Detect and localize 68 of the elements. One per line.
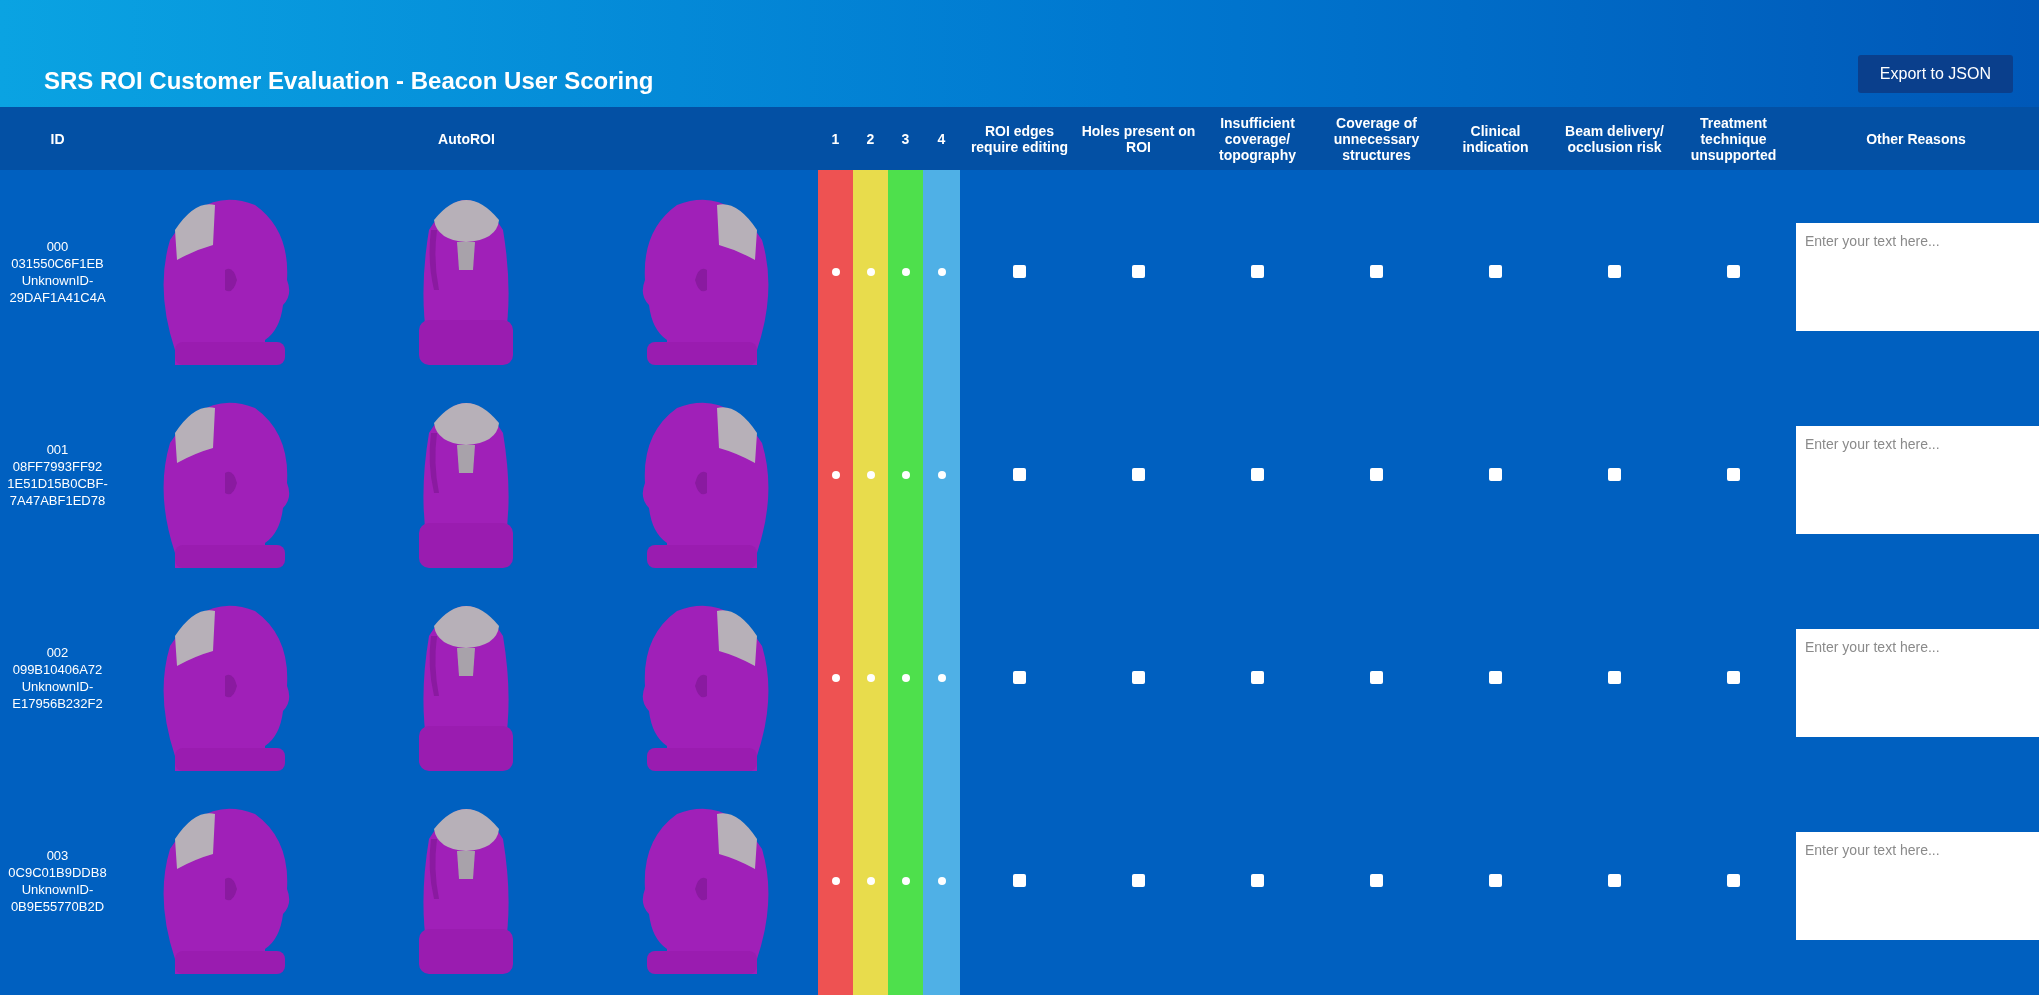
reason-checkbox[interactable] xyxy=(1013,671,1026,684)
reason-checkbox[interactable] xyxy=(1013,468,1026,481)
reason-checkbox[interactable] xyxy=(1727,265,1740,278)
reason-checkbox[interactable] xyxy=(1251,265,1264,278)
score-radio[interactable] xyxy=(901,267,910,276)
reason-checkbox[interactable] xyxy=(1013,874,1026,887)
reason-checkbox[interactable] xyxy=(1132,671,1145,684)
reason-checkbox[interactable] xyxy=(1727,671,1740,684)
column-header: Clinical indication xyxy=(1461,122,1530,155)
record-id: 001 08FF7993FF92 1E51D15B0CBF- 7A47ABF1ED78 xyxy=(6,440,109,509)
column-header: Other Reasons xyxy=(1865,130,1967,147)
score-radio[interactable] xyxy=(937,876,946,885)
score-radio[interactable] xyxy=(937,470,946,479)
reason-checkbox[interactable] xyxy=(1727,468,1740,481)
column-header: ID xyxy=(49,130,66,147)
score-radio[interactable] xyxy=(866,876,875,885)
score-radio[interactable] xyxy=(831,470,840,479)
reason-checkbox[interactable] xyxy=(1132,874,1145,887)
score-radio[interactable] xyxy=(866,673,875,682)
other-reasons-field[interactable]: Enter your text here... xyxy=(1796,426,2039,534)
score-radio[interactable] xyxy=(937,673,946,682)
score-radio[interactable] xyxy=(831,673,840,682)
score-radio[interactable] xyxy=(831,267,840,276)
reason-checkbox[interactable] xyxy=(1251,468,1264,481)
record-id: 002 099B10406A72 UnknownID- E17956B232F2 xyxy=(11,643,104,712)
reason-checkbox[interactable] xyxy=(1489,468,1502,481)
column-header: 2 xyxy=(865,130,876,147)
reason-checkbox[interactable] xyxy=(1370,671,1383,684)
column-header: 1 xyxy=(830,130,841,147)
reason-checkbox[interactable] xyxy=(1251,671,1264,684)
reason-checkbox[interactable] xyxy=(1370,468,1383,481)
column-header: Coverage of unnecessary structures xyxy=(1332,114,1421,163)
column-header: ROI edges require editing xyxy=(969,122,1070,155)
reason-checkbox[interactable] xyxy=(1489,874,1502,887)
score-radio[interactable] xyxy=(901,876,910,885)
reason-checkbox[interactable] xyxy=(1132,265,1145,278)
record-id: 000 031550C6F1EB UnknownID- 29DAF1A41C4A xyxy=(8,237,107,306)
score-radio[interactable] xyxy=(831,876,840,885)
reason-checkbox[interactable] xyxy=(1013,265,1026,278)
reason-checkbox[interactable] xyxy=(1608,265,1621,278)
reason-checkbox[interactable] xyxy=(1489,265,1502,278)
reason-checkbox[interactable] xyxy=(1608,671,1621,684)
export-button[interactable]: Export to JSON xyxy=(1857,55,2013,93)
reason-checkbox[interactable] xyxy=(1251,874,1264,887)
score-radio[interactable] xyxy=(901,470,910,479)
score-radio[interactable] xyxy=(937,267,946,276)
record-id: 003 0C9C01B9DDB8 UnknownID- 0B9E55770B2D xyxy=(7,846,108,915)
reason-checkbox[interactable] xyxy=(1489,671,1502,684)
score-radio[interactable] xyxy=(866,470,875,479)
other-reasons-field[interactable]: Enter your text here... xyxy=(1796,629,2039,737)
reason-checkbox[interactable] xyxy=(1370,874,1383,887)
column-header: AutoROI xyxy=(437,130,496,147)
column-header: Treatment technique unsupported xyxy=(1689,114,1778,163)
other-reasons-field[interactable]: Enter your text here... xyxy=(1796,223,2039,331)
score-radio[interactable] xyxy=(866,267,875,276)
reason-checkbox[interactable] xyxy=(1727,874,1740,887)
other-reasons-field[interactable]: Enter your text here... xyxy=(1796,832,2039,940)
page-title: SRS ROI Customer Evaluation - Beacon User Scoring xyxy=(44,67,654,95)
column-header: Beam delivery/ occlusion risk xyxy=(1564,122,1665,155)
column-header: Insufficient coverage/ topography xyxy=(1218,114,1297,163)
reason-checkbox[interactable] xyxy=(1608,874,1621,887)
reason-checkbox[interactable] xyxy=(1370,265,1383,278)
reason-checkbox[interactable] xyxy=(1608,468,1621,481)
score-radio[interactable] xyxy=(901,673,910,682)
column-header: Holes present on ROI xyxy=(1080,122,1197,155)
column-header: 3 xyxy=(900,130,911,147)
reason-checkbox[interactable] xyxy=(1132,468,1145,481)
column-header: 4 xyxy=(936,130,947,147)
